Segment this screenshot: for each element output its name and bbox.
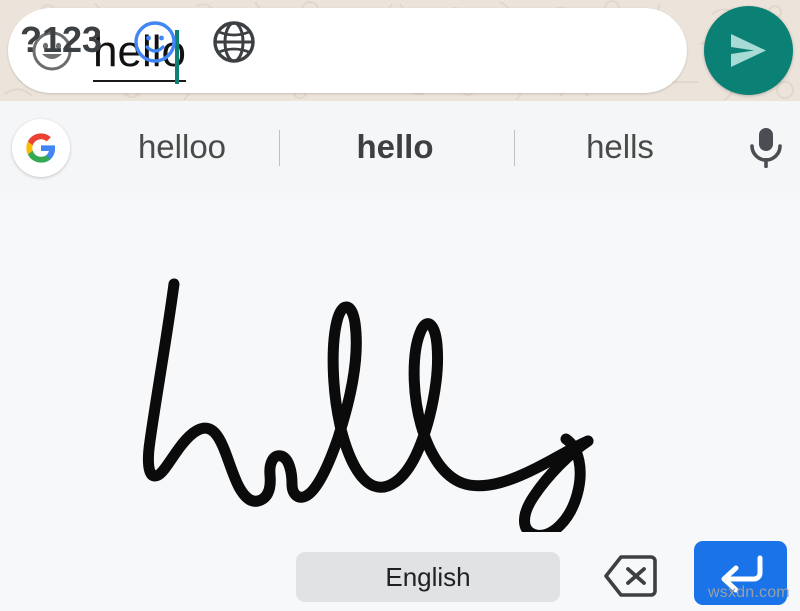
- microphone-icon[interactable]: [744, 124, 788, 172]
- handwriting-ink-stroke: [142, 278, 594, 532]
- google-g-logo[interactable]: [12, 119, 70, 177]
- emoji-key-icon[interactable]: [132, 19, 178, 65]
- symbols-key[interactable]: ?123: [17, 18, 105, 62]
- space-key-label: English: [385, 562, 471, 592]
- space-key[interactable]: English: [296, 552, 560, 602]
- suggestion-bar: helloo hello hells: [0, 101, 800, 194]
- suggestion-divider: [514, 130, 515, 166]
- suggestion-divider: [279, 130, 280, 166]
- backspace-key[interactable]: [602, 552, 658, 600]
- send-arrow-icon: [731, 34, 766, 67]
- suggestion-item-2[interactable]: hells: [525, 101, 715, 193]
- suggestion-item-0[interactable]: helloo: [92, 101, 272, 193]
- chat-input-bar: hello: [0, 0, 800, 101]
- suggestion-item-1[interactable]: hello: [290, 101, 500, 193]
- message-input-field[interactable]: hello: [8, 8, 687, 93]
- globe-key-icon[interactable]: [211, 19, 257, 65]
- handwriting-input-canvas[interactable]: [0, 193, 800, 532]
- screen-root: hello helloo hello hells ?123 English ws…: [0, 0, 800, 611]
- send-button[interactable]: [704, 6, 793, 95]
- watermark-text: wsxdn.com: [708, 584, 790, 601]
